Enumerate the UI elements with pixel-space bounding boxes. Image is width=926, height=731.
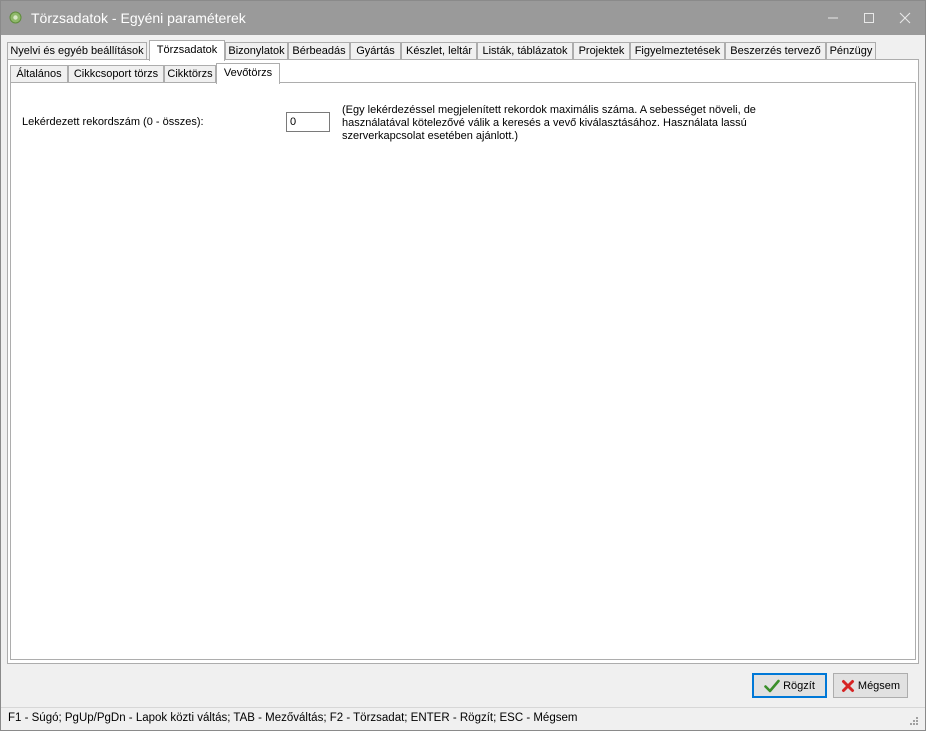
tab-label: Bizonylatok <box>228 45 285 57</box>
save-button[interactable]: Rögzít <box>752 673 827 698</box>
cross-icon <box>841 679 854 692</box>
tab-torzsadatok[interactable]: Törzsadatok <box>149 40 225 61</box>
tab-label: Gyártás <box>356 45 395 57</box>
tab-label: Készlet, leltár <box>405 45 473 57</box>
subtab-altalanos[interactable]: Általános <box>10 65 68 82</box>
tab-figyelmeztetesek[interactable]: Figyelmeztetések <box>630 42 725 59</box>
tab-listak[interactable]: Listák, táblázatok <box>477 42 573 59</box>
status-bar: F1 - Súgó; PgUp/PgDn - Lapok közti váltá… <box>1 707 925 730</box>
tab-label: Általános <box>16 68 62 80</box>
close-icon <box>899 12 911 24</box>
app-logo-icon <box>9 11 22 24</box>
tab-label: Listák, táblázatok <box>482 45 568 57</box>
tab-label: Cikkcsoport törzs <box>73 68 159 80</box>
record-count-input[interactable] <box>286 112 330 132</box>
status-text: F1 - Súgó; PgUp/PgDn - Lapok közti váltá… <box>8 712 578 724</box>
window-title: Törzsadatok - Egyéni paraméterek <box>31 10 246 26</box>
subtab-cikktorzs[interactable]: Cikktörzs <box>164 65 216 82</box>
maximize-icon <box>864 13 874 23</box>
cancel-button-label: Mégsem <box>857 679 901 692</box>
tab-label: Cikktörzs <box>167 68 213 80</box>
subtab-vevotorzs[interactable]: Vevőtörzs <box>216 63 280 84</box>
tab-nyelvi[interactable]: Nyelvi és egyéb beállítások <box>7 42 147 59</box>
title-bar[interactable]: Törzsadatok - Egyéni paraméterek <box>1 1 925 35</box>
record-count-note: (Egy lekérdezéssel megjelenített rekordo… <box>342 104 756 142</box>
tab-label: Nyelvi és egyéb beállítások <box>10 45 144 57</box>
dialog-window: Törzsadatok - Egyéni paraméterek Nyelvi … <box>0 0 926 731</box>
sub-tab-panel <box>10 82 916 660</box>
tab-keszlet[interactable]: Készlet, leltár <box>401 42 477 59</box>
tab-projektek[interactable]: Projektek <box>573 42 630 59</box>
tab-label: Figyelmeztetések <box>634 45 721 57</box>
subtab-cikkcsoport[interactable]: Cikkcsoport törzs <box>68 65 164 82</box>
maximize-button[interactable] <box>851 1 887 35</box>
tab-label: Vevőtörzs <box>223 67 273 79</box>
tab-gyartas[interactable]: Gyártás <box>350 42 401 59</box>
minimize-button[interactable] <box>815 1 851 35</box>
tab-label: Beszerzés tervező <box>730 45 821 57</box>
tab-berbeadas[interactable]: Bérbeadás <box>288 42 350 59</box>
tab-bizonylatok[interactable]: Bizonylatok <box>225 42 288 59</box>
resize-grip-icon[interactable] <box>909 716 919 726</box>
checkmark-icon <box>764 679 780 692</box>
close-button[interactable] <box>887 1 923 35</box>
record-count-label: Lekérdezett rekordszám (0 - összes): <box>22 116 204 128</box>
save-button-label: Rögzít <box>783 679 815 692</box>
minimize-icon <box>828 17 838 19</box>
tab-label: Törzsadatok <box>156 44 218 56</box>
tab-penzugy[interactable]: Pénzügy <box>826 42 876 59</box>
cancel-button[interactable]: Mégsem <box>833 673 908 698</box>
tab-label: Bérbeadás <box>292 45 346 57</box>
tab-beszerzes[interactable]: Beszerzés tervező <box>725 42 826 59</box>
tab-label: Projektek <box>578 45 625 57</box>
tab-label: Pénzügy <box>829 45 873 57</box>
